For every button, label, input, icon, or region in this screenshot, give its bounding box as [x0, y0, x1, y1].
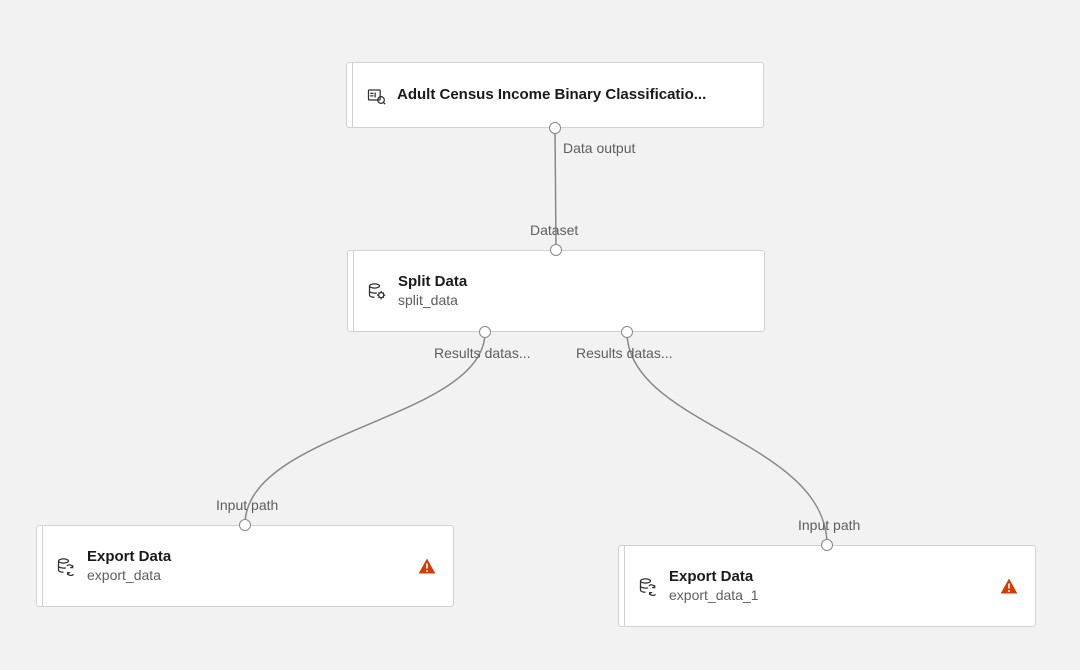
edge-dataset-to-split — [555, 128, 556, 250]
node-subtitle: export_data_1 — [669, 587, 989, 605]
port-label-dataset-output: Data output — [563, 140, 635, 156]
node-title: Export Data — [669, 568, 989, 587]
node-title: Split Data — [398, 273, 748, 292]
port-dataset-output[interactable] — [549, 122, 561, 134]
port-split-input[interactable] — [550, 244, 562, 256]
edge-split-to-export-left — [245, 332, 485, 525]
dataset-icon — [365, 84, 387, 106]
node-subtitle: export_data — [87, 567, 407, 585]
node-body: Export Data export_data_1 — [625, 546, 1035, 626]
edge-split-to-export-right — [627, 332, 827, 545]
port-label-split-output-right: Results datas... — [576, 345, 673, 361]
node-split-data[interactable]: Split Data split_data — [347, 250, 765, 332]
data-cog-icon — [366, 280, 388, 302]
port-label-export-right-input: Input path — [798, 517, 860, 533]
port-split-output-left[interactable] — [479, 326, 491, 338]
node-body: Adult Census Income Binary Classificatio… — [353, 63, 763, 127]
node-body: Split Data split_data — [354, 251, 764, 331]
data-refresh-icon — [637, 575, 659, 597]
warning-icon — [999, 576, 1019, 596]
data-refresh-icon — [55, 555, 77, 577]
port-label-export-left-input: Input path — [216, 497, 278, 513]
node-title: Adult Census Income Binary Classificatio… — [397, 86, 747, 105]
node-export-data-right[interactable]: Export Data export_data_1 — [618, 545, 1036, 627]
port-split-output-right[interactable] — [621, 326, 633, 338]
warning-icon — [417, 556, 437, 576]
node-dataset[interactable]: Adult Census Income Binary Classificatio… — [346, 62, 764, 128]
node-export-data-left[interactable]: Export Data export_data — [36, 525, 454, 607]
port-export-left-input[interactable] — [239, 519, 251, 531]
port-label-split-input: Dataset — [530, 222, 578, 238]
port-export-right-input[interactable] — [821, 539, 833, 551]
node-subtitle: split_data — [398, 292, 748, 310]
node-title: Export Data — [87, 548, 407, 567]
port-label-split-output-left: Results datas... — [434, 345, 531, 361]
node-body: Export Data export_data — [43, 526, 453, 606]
